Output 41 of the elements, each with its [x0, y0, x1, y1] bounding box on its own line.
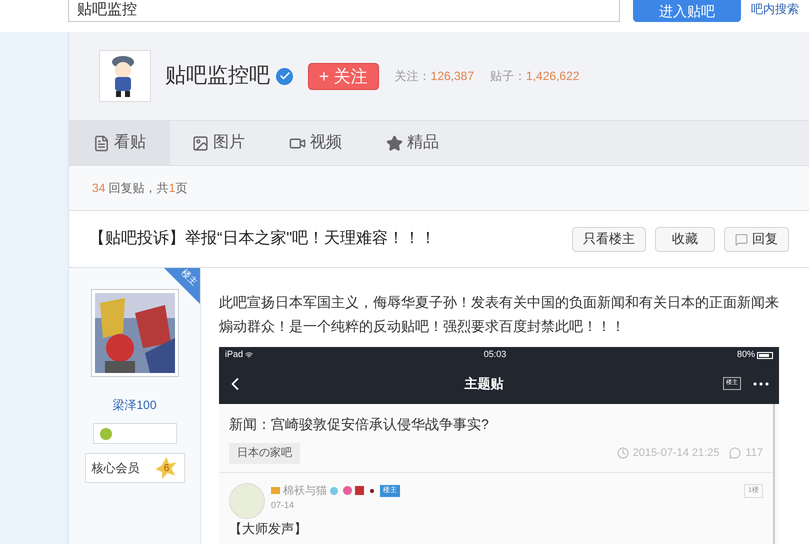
tab[interactable]: 精品 — [364, 121, 461, 165]
level-badge: 6 — [156, 457, 178, 479]
news-headline: 新闻：宫崎骏敦促安倍承认侵华战争事实? — [229, 415, 490, 434]
author-name[interactable]: 梁泽100 — [112, 396, 157, 414]
forum-name: 贴吧监控吧 — [165, 63, 270, 90]
document-icon — [93, 134, 110, 152]
post-date: 2015-07-14 21:25 — [632, 446, 720, 461]
follow-button[interactable]: + 关注 — [308, 62, 379, 90]
wifi-icon — [245, 351, 254, 359]
forum-stat: 关注：126,387 — [394, 68, 474, 85]
tab[interactable]: 图片 — [170, 121, 267, 165]
tab[interactable]: 视频 — [267, 121, 364, 165]
more-icon[interactable] — [753, 382, 769, 386]
speech-bubble-icon — [735, 232, 748, 246]
battery-level: 80% — [736, 348, 755, 362]
clock-icon — [616, 447, 629, 460]
rank-title: 核心会员 — [92, 460, 140, 477]
thread-action-button[interactable]: 收藏 — [655, 226, 715, 252]
forum-tag[interactable]: 日本の家吧 — [229, 443, 300, 464]
thread-action-button[interactable]: 只看楼主 — [572, 226, 646, 252]
comment-icon — [729, 447, 742, 460]
enter-forum-button[interactable]: 进入贴吧 — [633, 0, 741, 22]
star-icon — [386, 134, 403, 152]
reply-date: 07-14 — [271, 499, 296, 512]
clock-time: 05:03 — [484, 348, 506, 362]
image-icon — [192, 134, 209, 152]
user-avatar — [229, 482, 265, 518]
comment-count: 117 — [745, 446, 763, 461]
forum-stat: 贴子：1,426,622 — [490, 68, 580, 85]
device-label: iPad — [225, 348, 244, 362]
post-text: 此吧宣扬日本军国主义，侮辱华夏子孙！发表有关中国的负面新闻和有关日本的正面新闻来煽动群众！是一个纯粹的反动贴吧！强烈要求百度封禁此吧！！！ — [219, 293, 780, 336]
nav-title: 主题贴 — [464, 374, 504, 393]
reply-username: 棉袄与猫 — [283, 484, 327, 498]
thread-title: 【贴吧投诉】举报“日本之家"吧！天理难容！！！ — [89, 228, 438, 249]
forum-search-link[interactable]: 吧内搜索 — [751, 0, 799, 18]
reply-body: 【大师发声】 — [228, 520, 308, 538]
reply-count-text: 34 回复贴，共1页 — [92, 180, 188, 197]
tab[interactable]: 看贴 — [69, 121, 170, 165]
battery-icon — [757, 352, 773, 358]
search-field[interactable]: 贴吧监控 — [68, 0, 620, 22]
thread-action-button[interactable]: 回复 — [724, 226, 789, 252]
